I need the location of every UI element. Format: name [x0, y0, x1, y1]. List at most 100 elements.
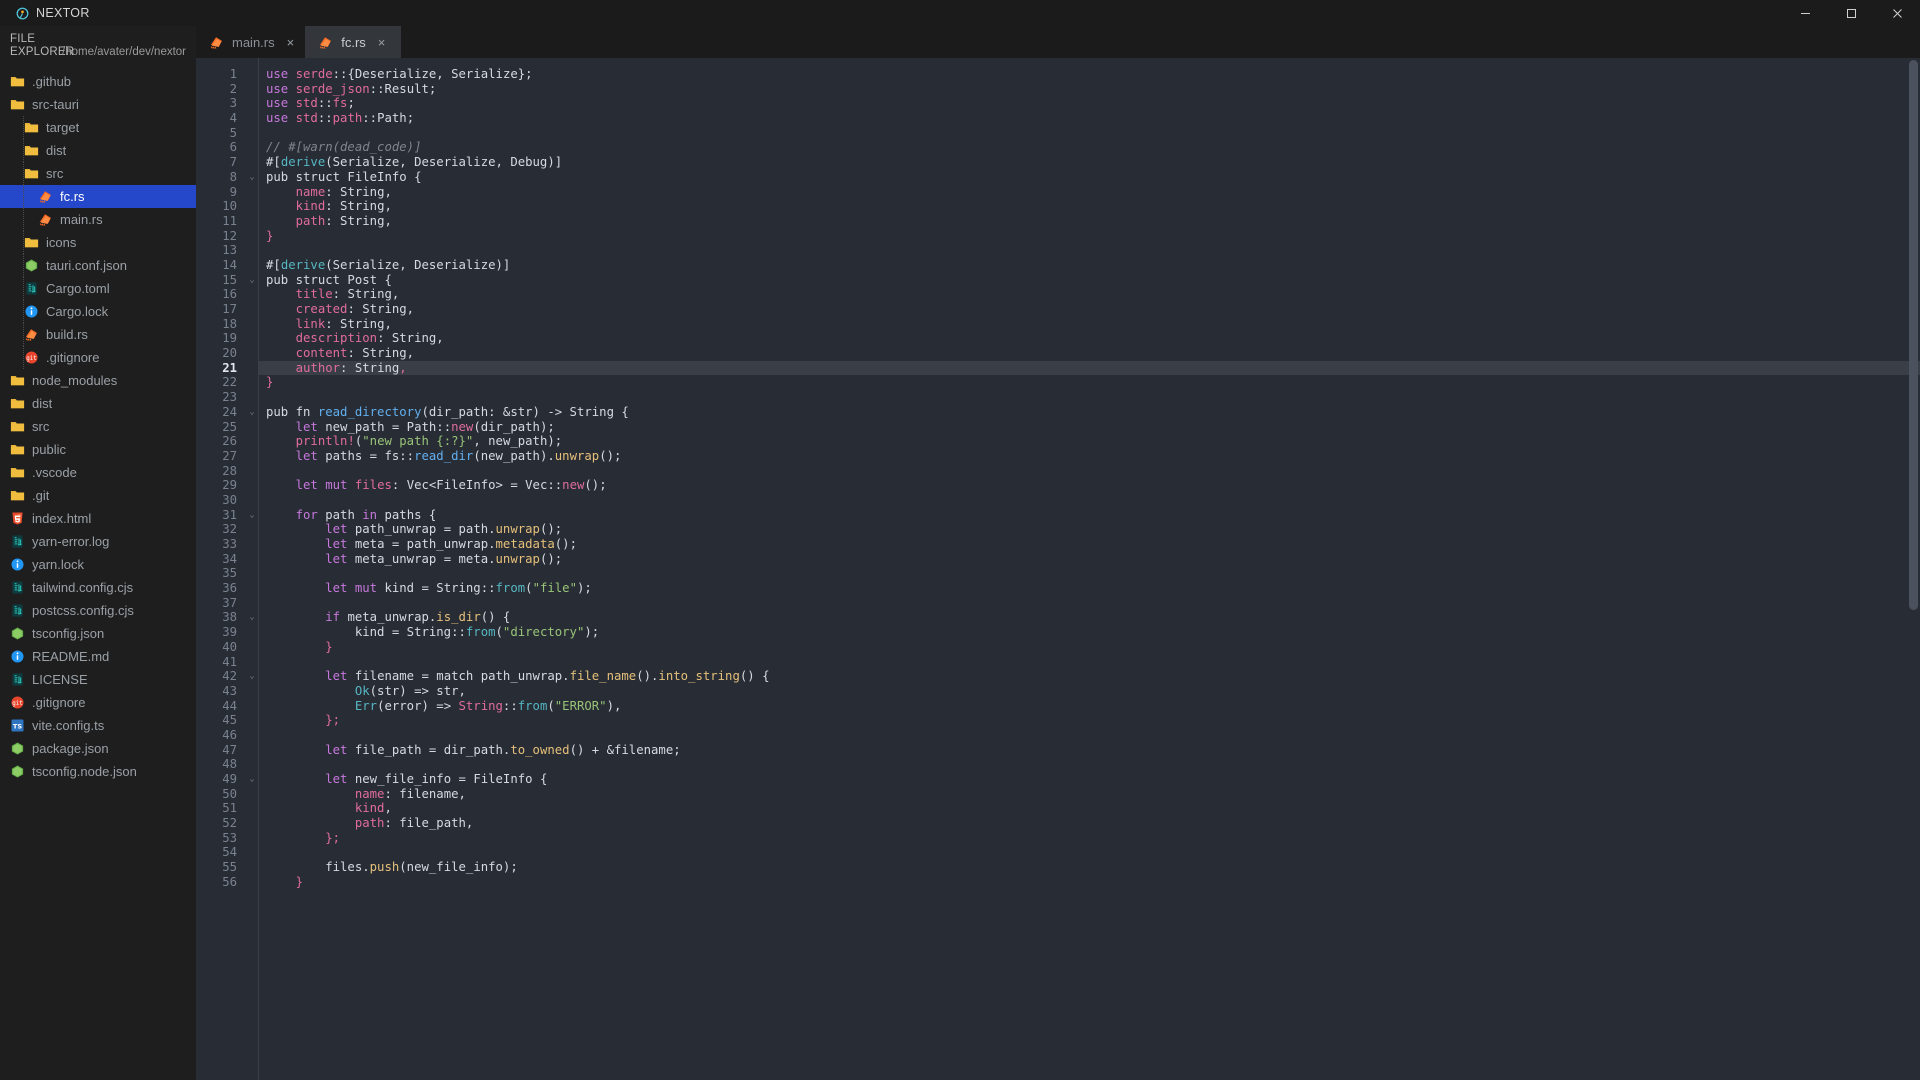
fold-chevron-down-icon[interactable]: ⌄ — [246, 508, 258, 523]
fold-gutter[interactable]: ⌄ ⌄ ⌄ ⌄ ⌄ ⌄ ⌄ — [246, 58, 258, 1080]
minimize-button[interactable] — [1782, 0, 1828, 26]
code-line[interactable]: } — [259, 229, 1920, 244]
code-line[interactable]: let filename = match path_unwrap.file_na… — [259, 669, 1920, 684]
code-line[interactable]: use serde_json::Result; — [259, 82, 1920, 97]
file-tree-item[interactable]: dist — [0, 392, 196, 415]
code-line[interactable]: } — [259, 640, 1920, 655]
code-lines[interactable]: use serde::{Deserialize, Serialize}; use … — [259, 58, 1920, 1080]
close-button[interactable] — [1874, 0, 1920, 26]
code-line[interactable]: path: file_path, — [259, 816, 1920, 831]
code-line[interactable]: for path in paths { — [259, 508, 1920, 523]
code-line[interactable] — [259, 493, 1920, 508]
file-tree-item[interactable]: index.html — [0, 507, 196, 530]
code-line[interactable]: files.push(new_file_info); — [259, 860, 1920, 875]
code-line[interactable]: let mut files: Vec<FileInfo> = Vec::new(… — [259, 478, 1920, 493]
code-line[interactable]: if meta_unwrap.is_dir() { — [259, 610, 1920, 625]
code-line[interactable]: name: String, — [259, 185, 1920, 200]
fold-chevron-down-icon[interactable]: ⌄ — [246, 170, 258, 185]
code-line[interactable] — [259, 655, 1920, 670]
code-line[interactable] — [259, 728, 1920, 743]
code-line[interactable]: kind, — [259, 801, 1920, 816]
code-line[interactable]: Err(error) => String::from("ERROR"), — [259, 699, 1920, 714]
file-tree-item[interactable]: build.rs — [0, 323, 196, 346]
code-line[interactable]: let new_path = Path::new(dir_path); — [259, 420, 1920, 435]
fold-chevron-down-icon[interactable]: ⌄ — [246, 772, 258, 787]
file-tree-item[interactable]: postcss.config.cjs — [0, 599, 196, 622]
tab-close-icon[interactable]: × — [287, 35, 295, 50]
code-line[interactable]: path: String, — [259, 214, 1920, 229]
file-tree-item[interactable]: Cargo.lock — [0, 300, 196, 323]
file-tree-item[interactable]: tailwind.config.cjs — [0, 576, 196, 599]
code-line[interactable] — [259, 464, 1920, 479]
file-tree-item[interactable]: src — [0, 415, 196, 438]
code-line[interactable]: use std::fs; — [259, 96, 1920, 111]
code-line[interactable]: #[derive(Serialize, Deserialize)] — [259, 258, 1920, 273]
code-line[interactable]: pub struct FileInfo { — [259, 170, 1920, 185]
file-tree-item[interactable]: node_modules — [0, 369, 196, 392]
file-tree-item[interactable]: LICENSE — [0, 668, 196, 691]
fold-chevron-down-icon[interactable]: ⌄ — [246, 405, 258, 420]
file-tree-item[interactable]: .github — [0, 70, 196, 93]
code-line[interactable]: let path_unwrap = path.unwrap(); — [259, 522, 1920, 537]
file-tree-item[interactable]: .git — [0, 484, 196, 507]
code-line[interactable] — [259, 243, 1920, 258]
file-tree-item[interactable]: src-tauri — [0, 93, 196, 116]
code-line[interactable]: Ok(str) => str, — [259, 684, 1920, 699]
code-line[interactable]: pub fn read_directory(dir_path: &str) ->… — [259, 405, 1920, 420]
code-line[interactable]: author: String, — [259, 360, 1920, 376]
editor-tab[interactable]: main.rs × — [196, 26, 306, 58]
code-line[interactable] — [259, 757, 1920, 772]
file-tree-item[interactable]: icons — [0, 231, 196, 254]
file-tree-item[interactable]: README.md — [0, 645, 196, 668]
file-tree-item[interactable]: src — [0, 162, 196, 185]
fold-chevron-down-icon[interactable]: ⌄ — [246, 669, 258, 684]
maximize-button[interactable] — [1828, 0, 1874, 26]
code-line[interactable]: description: String, — [259, 331, 1920, 346]
file-tree-item[interactable]: yarn.lock — [0, 553, 196, 576]
code-line[interactable]: pub struct Post { — [259, 273, 1920, 288]
fold-chevron-down-icon[interactable]: ⌄ — [246, 610, 258, 625]
code-line[interactable]: let paths = fs::read_dir(new_path).unwra… — [259, 449, 1920, 464]
code-line[interactable] — [259, 596, 1920, 611]
code-line[interactable]: use serde::{Deserialize, Serialize}; — [259, 67, 1920, 82]
code-line[interactable]: } — [259, 875, 1920, 890]
code-line[interactable]: println!("new path {:?}", new_path); — [259, 434, 1920, 449]
editor-tab[interactable]: fc.rs × — [305, 26, 402, 58]
scrollbar-thumb[interactable] — [1909, 60, 1918, 611]
code-line[interactable]: kind: String, — [259, 199, 1920, 214]
code-line[interactable]: created: String, — [259, 302, 1920, 317]
file-tree-item[interactable]: main.rs — [0, 208, 196, 231]
code-line[interactable] — [259, 845, 1920, 860]
code-line[interactable]: use std::path::Path; — [259, 111, 1920, 126]
file-tree-item[interactable]: tsconfig.json — [0, 622, 196, 645]
code-line[interactable] — [259, 566, 1920, 581]
code-line[interactable]: link: String, — [259, 317, 1920, 332]
code-line[interactable]: name: filename, — [259, 787, 1920, 802]
code-line[interactable]: title: String, — [259, 287, 1920, 302]
code-line[interactable]: let meta = path_unwrap.metadata(); — [259, 537, 1920, 552]
file-tree-item[interactable]: Cargo.toml — [0, 277, 196, 300]
file-tree-item[interactable]: .vscode — [0, 461, 196, 484]
code-line[interactable]: kind = String::from("directory"); — [259, 625, 1920, 640]
code-line[interactable]: let new_file_info = FileInfo { — [259, 772, 1920, 787]
file-tree-item[interactable]: public — [0, 438, 196, 461]
file-tree-item[interactable]: tauri.conf.json — [0, 254, 196, 277]
file-tree-item[interactable]: fc.rs — [0, 185, 196, 208]
code-line[interactable]: // #[warn(dead_code)] — [259, 140, 1920, 155]
code-line[interactable]: let file_path = dir_path.to_owned() + &f… — [259, 743, 1920, 758]
code-line[interactable]: content: String, — [259, 346, 1920, 361]
code-line[interactable]: } — [259, 375, 1920, 390]
file-tree-item[interactable]: dist — [0, 139, 196, 162]
tab-close-icon[interactable]: × — [378, 35, 386, 50]
file-tree-item[interactable]: target — [0, 116, 196, 139]
code-line[interactable]: }; — [259, 713, 1920, 728]
code-line[interactable]: }; — [259, 831, 1920, 846]
code-line[interactable] — [259, 390, 1920, 405]
file-tree-item[interactable]: tsconfig.node.json — [0, 760, 196, 783]
file-tree-item[interactable]: yarn-error.log — [0, 530, 196, 553]
file-tree-item[interactable]: TS vite.config.ts — [0, 714, 196, 737]
code-line[interactable] — [259, 126, 1920, 141]
file-tree-item[interactable]: git .gitignore — [0, 346, 196, 369]
vertical-scrollbar[interactable] — [1907, 58, 1920, 1080]
code-line[interactable]: let meta_unwrap = meta.unwrap(); — [259, 552, 1920, 567]
